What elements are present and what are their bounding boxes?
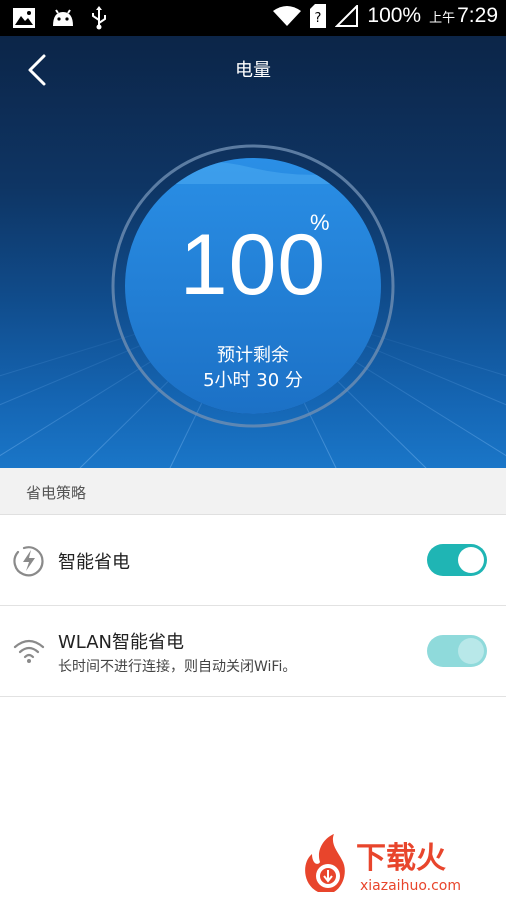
- smart-power-toggle[interactable]: [427, 544, 487, 576]
- status-left-icons: [12, 6, 108, 30]
- svg-text:?: ?: [315, 11, 322, 26]
- setting-title: 智能省电: [58, 552, 130, 573]
- battery-percent-value: 100: [179, 217, 327, 313]
- toggle-knob: [458, 638, 484, 664]
- android-icon: [53, 9, 73, 26]
- battery-percent-text: 100%: [367, 4, 422, 27]
- remaining-time-label: 预计剩余: [217, 345, 289, 366]
- watermark-brand: 下载火: [356, 841, 446, 876]
- wifi-icon: [273, 6, 302, 26]
- sim-icon: ?: [310, 4, 327, 28]
- wifi-icon: [13, 639, 45, 663]
- section-header: 省电策略: [0, 468, 506, 515]
- signal-icon: [335, 5, 359, 27]
- setting-subtitle: 长时间不进行连接，则自动关闭WiFi。: [58, 659, 297, 675]
- watermark-domain: xiazaihuo.com: [360, 878, 461, 894]
- watermark-logo: 下载火 xiazaihuo.com: [305, 834, 461, 894]
- percent-sign: %: [310, 210, 330, 235]
- image-icon: [13, 8, 35, 28]
- usb-icon: [92, 6, 106, 30]
- remaining-time-value: 5小时 30 分: [203, 370, 303, 391]
- section-title: 省电策略: [26, 484, 87, 502]
- status-bar: ? 100% 上午 7:29: [0, 0, 506, 36]
- battery-hero: 电量 100 % 预计剩余 5小时 30 分: [0, 36, 506, 468]
- setting-row-wlan-power[interactable]: WLAN智能省电 长时间不进行连接，则自动关闭WiFi。: [0, 606, 506, 697]
- clock: 7:29: [457, 4, 498, 27]
- setting-title: WLAN智能省电: [58, 632, 185, 653]
- smart-power-icon: [13, 546, 44, 577]
- toggle-knob: [458, 547, 484, 573]
- setting-row-smart-power[interactable]: 智能省电: [0, 515, 506, 606]
- ampm-text: 上午: [429, 10, 456, 26]
- wlan-power-toggle[interactable]: [427, 635, 487, 667]
- status-right: ? 100% 上午 7:29: [273, 4, 498, 28]
- page-title: 电量: [235, 60, 271, 81]
